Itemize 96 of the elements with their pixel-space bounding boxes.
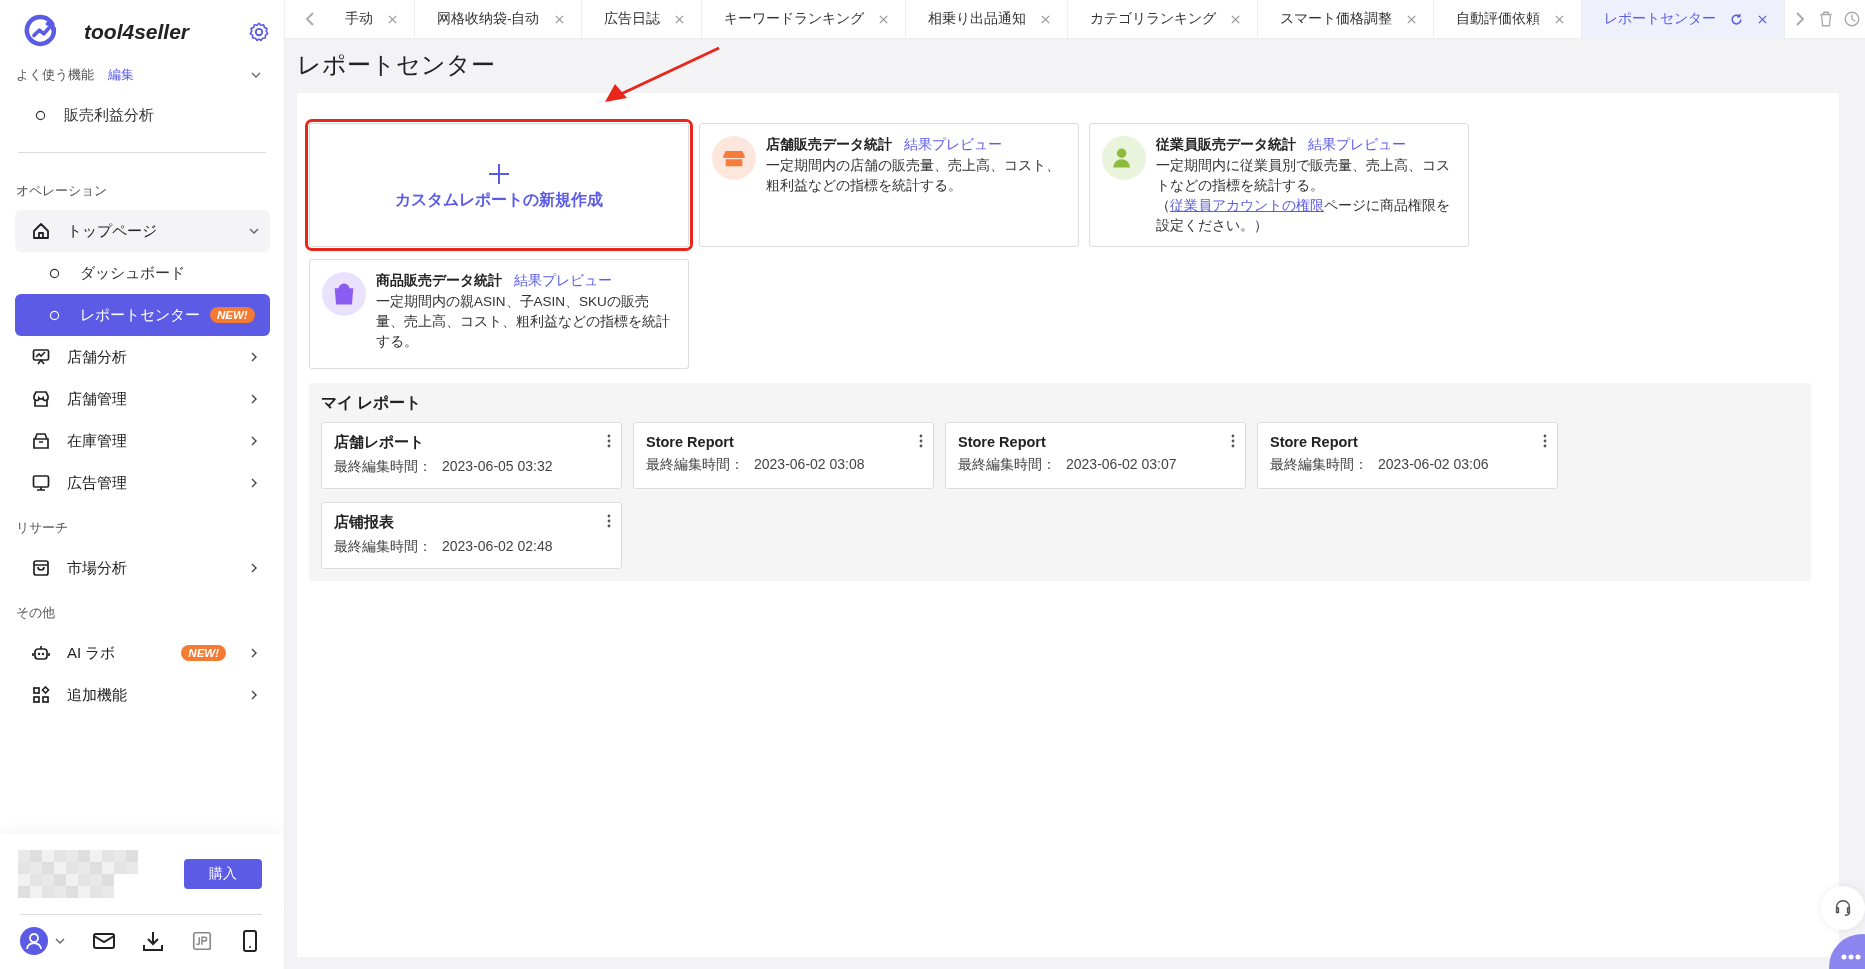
close-icon[interactable]	[1756, 13, 1768, 25]
more-icon[interactable]	[1231, 434, 1235, 448]
home-icon	[31, 221, 51, 241]
section-label: よく使う機能	[16, 66, 94, 84]
plus-icon	[487, 161, 511, 186]
more-icon[interactable]	[1543, 434, 1547, 448]
sidebar-item[interactable]: 店舗管理	[15, 378, 270, 420]
edited-time: 2023-06-02 03:06	[1378, 456, 1489, 472]
close-icon[interactable]	[1553, 13, 1565, 25]
page-title: レポートセンター	[297, 50, 495, 80]
circle-icon	[35, 109, 46, 121]
edited-label: 最終編集時間：	[1270, 456, 1368, 472]
preview-link[interactable]: 結果プレビュー	[514, 272, 612, 290]
template-description: 一定期間内に従業員別で販売量、売上高、コストなどの指標を統計する。（従業員アカウントの権限ページに商品権限を設定ください。）	[1156, 157, 1451, 235]
preview-link[interactable]: 結果プレビュー	[1308, 136, 1406, 154]
edited-label: 最終編集時間：	[958, 456, 1056, 472]
close-icon[interactable]	[673, 13, 685, 25]
edited-label: 最終編集時間：	[334, 538, 432, 554]
more-icon[interactable]	[919, 434, 923, 448]
brand-name: tool4seller	[84, 20, 191, 44]
new-badge: NEW!	[181, 645, 226, 661]
tab[interactable]: 网格收纳袋-自动	[415, 0, 582, 38]
apps-icon	[31, 685, 51, 705]
monitor-icon	[31, 473, 51, 493]
close-icon[interactable]	[1039, 13, 1051, 25]
trash-icon[interactable]	[1817, 10, 1835, 28]
sidebar-item[interactable]: AI ラボ NEW!	[15, 632, 270, 674]
report-name: 店舗レポート	[334, 433, 424, 452]
section-title: マイ レポート	[321, 393, 422, 413]
edited-time: 2023-06-02 02:48	[442, 538, 553, 554]
circle-icon	[49, 267, 60, 279]
preview-link[interactable]: 結果プレビュー	[904, 136, 1002, 154]
more-icon	[1841, 954, 1861, 960]
section-label: リサーチ	[15, 520, 69, 537]
circle-icon	[49, 309, 60, 321]
refresh-icon[interactable]	[1729, 12, 1743, 26]
buy-button[interactable]: 購入	[184, 859, 262, 889]
tab[interactable]: スマート価格調整	[1257, 0, 1434, 38]
sidebar-item[interactable]: 在庫管理	[15, 420, 270, 462]
sidebar-subitem[interactable]: レポートセンター NEW!	[15, 294, 270, 336]
report-card[interactable]: Store Report 最終編集時間： 2023-06-02 03:07	[945, 422, 1246, 489]
create-report-label: カスタムレポートの新規作成	[395, 189, 603, 210]
settings-icon[interactable]	[248, 21, 270, 43]
report-card[interactable]: 店铺报表 最終編集時間： 2023-06-02 02:48	[321, 502, 622, 569]
edited-time: 2023-06-02 03:07	[1066, 456, 1177, 472]
more-icon[interactable]	[607, 434, 611, 448]
tab[interactable]: カテゴリランキング	[1067, 0, 1258, 38]
sidebar-item[interactable]: 追加機能	[15, 674, 270, 716]
report-card[interactable]: Store Report 最終編集時間： 2023-06-02 03:08	[633, 422, 934, 489]
report-name: Store Report	[646, 434, 734, 450]
template-description: 一定期間内の店舗の販売量、売上高、コスト、粗利益などの指標を統計する。	[766, 157, 1061, 195]
report-card[interactable]: 店舗レポート 最終編集時間： 2023-06-05 03:32	[321, 422, 622, 489]
more-icon[interactable]	[607, 514, 611, 528]
clock-icon[interactable]	[1843, 10, 1861, 28]
close-icon[interactable]	[553, 13, 565, 25]
close-icon[interactable]	[1229, 13, 1241, 25]
close-icon[interactable]	[1405, 13, 1417, 25]
template-description: 一定期間内の親ASIN、子ASIN、SKUの販売量、売上高、コスト、粗利益などの指標を統計する。	[376, 293, 671, 351]
section-label: オペレーション	[15, 183, 108, 200]
edited-time: 2023-06-02 03:08	[754, 456, 865, 472]
chart-board-icon	[31, 347, 51, 367]
bag-icon	[31, 558, 51, 578]
edited-label: 最終編集時間：	[334, 458, 432, 474]
new-badge: NEW!	[210, 307, 255, 323]
store-icon	[31, 389, 51, 409]
favorite-item[interactable]: 販売利益分析	[15, 94, 270, 136]
sidebar-item[interactable]: トップページ	[15, 210, 270, 252]
tab[interactable]: 相乗り出品通知	[905, 0, 1068, 38]
sidebar-item[interactable]: 市場分析	[15, 547, 270, 589]
template-title: 店舗販売データ統計	[766, 136, 892, 154]
close-icon[interactable]	[387, 13, 398, 25]
section-label: その他	[15, 605, 56, 622]
permissions-link[interactable]: 従業員アカウントの権限	[1170, 198, 1324, 213]
template-title: 商品販売データ統計	[376, 272, 502, 290]
tab[interactable]: レポートセンター	[1581, 0, 1785, 38]
user-avatar-icon[interactable]	[20, 927, 48, 955]
report-name: Store Report	[958, 434, 1046, 450]
region-flag-icon[interactable]	[190, 930, 213, 952]
report-name: Store Report	[1270, 434, 1358, 450]
tab[interactable]: 自動評価依頼	[1433, 0, 1582, 38]
template-title: 従業員販売データ統計	[1156, 136, 1296, 154]
close-icon[interactable]	[877, 13, 889, 25]
sidebar-subitem[interactable]: ダッシュボード	[15, 252, 270, 294]
sidebar-item[interactable]: 店舗分析	[15, 336, 270, 378]
sidebar-item[interactable]: 広告管理	[15, 462, 270, 504]
tab[interactable]: 手动	[323, 0, 415, 38]
edit-link[interactable]: 編集	[108, 66, 134, 84]
report-card[interactable]: Store Report 最終編集時間： 2023-06-02 03:06	[1257, 422, 1558, 489]
edited-label: 最終編集時間：	[646, 456, 744, 472]
download-icon[interactable]	[141, 929, 165, 953]
box-icon	[31, 431, 51, 451]
edited-time: 2023-06-05 03:32	[442, 458, 553, 474]
tab[interactable]: 広告日誌	[581, 0, 702, 38]
robot-icon	[31, 643, 51, 663]
tab[interactable]: キーワードランキング	[701, 0, 906, 38]
report-name: 店铺报表	[334, 513, 394, 532]
